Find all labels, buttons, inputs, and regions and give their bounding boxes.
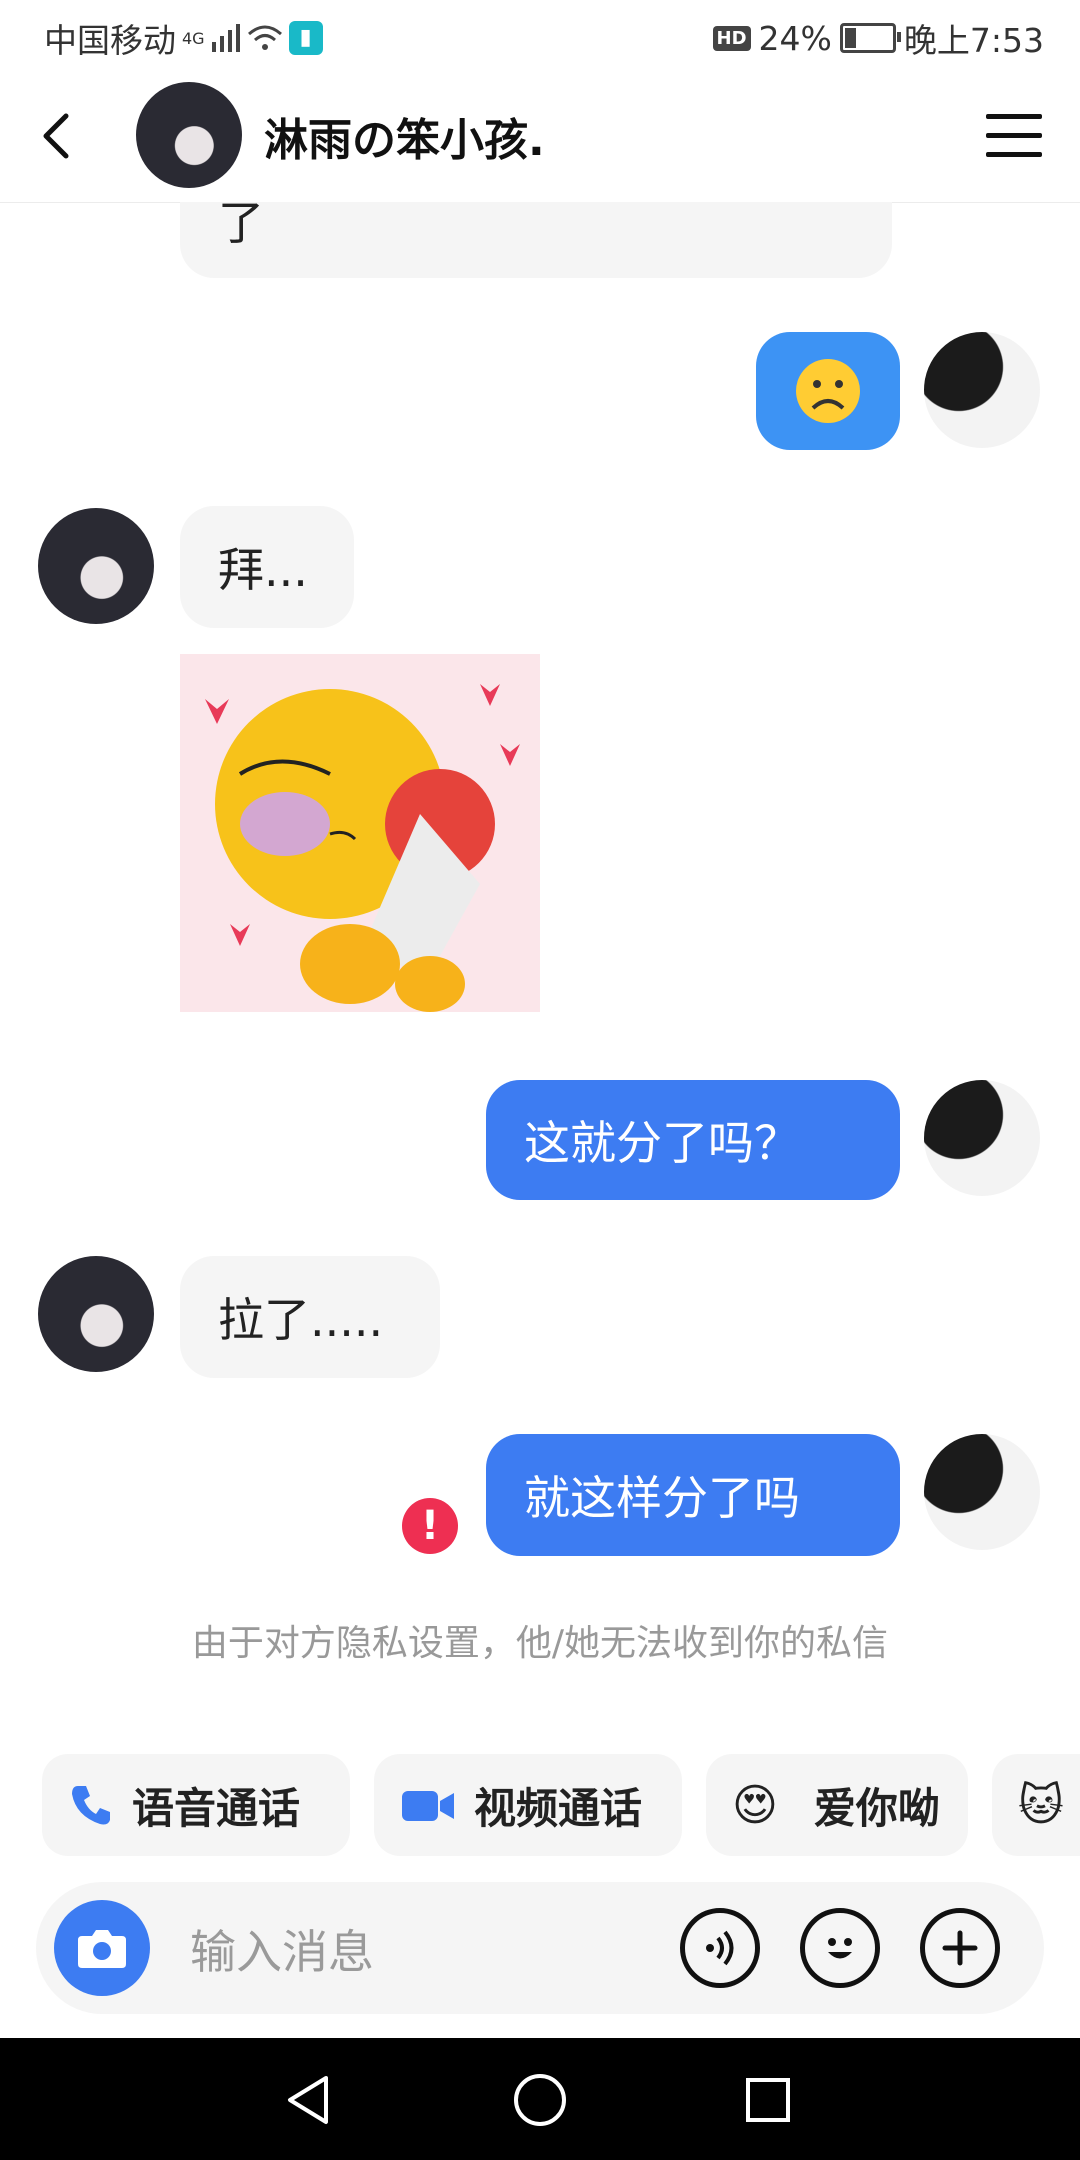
message-bubble-in[interactable]: 拉了..... <box>180 1256 440 1378</box>
status-bar: 中国移动 4G ▮ HD 24% 晚上7:53 <box>0 0 1080 72</box>
message-text: 就这样分了吗 <box>524 1471 800 1525</box>
love-you-chip[interactable]: 😍 爱你呦 <box>706 1754 968 1856</box>
message-bubble-out[interactable]: 就这样分了吗 <box>486 1434 900 1556</box>
battery-icon <box>839 23 901 53</box>
phone-icon <box>72 1786 110 1825</box>
voice-button[interactable] <box>680 1908 760 1988</box>
contact-avatar[interactable] <box>136 82 242 188</box>
my-avatar[interactable] <box>924 1080 1040 1196</box>
message-text: 拜... <box>218 543 308 597</box>
chat-header: 淋雨の笨小孩. <box>0 72 1080 203</box>
blushing-emoji-sticker <box>205 684 520 1012</box>
voice-call-chip[interactable]: 语音通话 <box>42 1754 350 1856</box>
video-icon <box>402 1791 454 1821</box>
camera-icon <box>78 1930 126 1968</box>
sad-face-icon <box>796 359 860 423</box>
message-input[interactable]: 输入消息 <box>190 1916 374 1982</box>
nav-back-icon[interactable] <box>282 2074 334 2126</box>
message-bubble-partial[interactable]: 了 <box>180 196 892 278</box>
sticker-image[interactable] <box>180 654 540 1012</box>
back-arrow-icon[interactable] <box>28 106 88 166</box>
cat-emoji-icon: 🐱 <box>1018 1779 1064 1831</box>
voice-icon <box>706 1930 734 1966</box>
message-bubble-in[interactable]: 拜... <box>180 506 354 628</box>
contact-avatar-msg[interactable] <box>38 508 154 624</box>
system-nav-bar <box>0 2038 1080 2160</box>
cat-sticker-chip[interactable]: 🐱 <box>992 1754 1080 1856</box>
message-text: 这就分了吗？ <box>524 1116 800 1170</box>
message-input-bar: 输入消息 <box>36 1882 1044 2014</box>
status-left: 中国移动 4G ▮ <box>44 14 323 62</box>
message-text: 拉了..... <box>218 1293 384 1347</box>
signal-icon <box>211 24 240 52</box>
network-type: 4G <box>182 28 205 48</box>
battery-fill <box>844 28 856 48</box>
status-right: HD 24% 晚上7:53 <box>712 14 1044 62</box>
love-you-text: 爱你呦 <box>813 1783 940 1833</box>
video-call-label: 视频通话 <box>474 1783 643 1833</box>
emoji-icon <box>828 1938 852 1959</box>
nav-recents-icon[interactable] <box>744 2076 792 2124</box>
privacy-notice: 由于对方隐私设置，他/她无法收到你的私信 <box>191 1623 889 1664</box>
reader-app-icon: ▮ <box>288 21 323 55</box>
plus-icon <box>942 1930 978 1966</box>
contact-avatar-msg[interactable] <box>38 1256 154 1372</box>
menu-icon[interactable] <box>986 114 1042 160</box>
send-failed-icon[interactable]: ! <box>402 1498 458 1554</box>
message-text: 了 <box>218 196 264 250</box>
my-avatar[interactable] <box>924 332 1040 448</box>
clock: 晚上7:53 <box>903 21 1044 60</box>
voice-call-label: 语音通话 <box>132 1783 301 1833</box>
nav-home-icon[interactable] <box>512 2072 568 2128</box>
contact-name[interactable]: 淋雨の笨小孩. <box>264 104 545 168</box>
emoji-button[interactable] <box>800 1908 880 1988</box>
battery-percent: 24% <box>758 18 832 58</box>
carrier-label: 中国移动 <box>44 21 176 60</box>
message-bubble-out[interactable]: 这就分了吗？ <box>486 1080 900 1200</box>
plus-button[interactable] <box>920 1908 1000 1988</box>
my-avatar[interactable] <box>924 1434 1040 1550</box>
message-bubble-emoji[interactable] <box>756 332 900 450</box>
wifi-icon <box>247 25 282 50</box>
hd-badge: HD <box>712 25 751 51</box>
heart-eyes-emoji-icon: 😍 <box>732 1779 778 1831</box>
camera-button[interactable] <box>54 1900 150 1996</box>
video-call-chip[interactable]: 视频通话 <box>374 1754 682 1856</box>
